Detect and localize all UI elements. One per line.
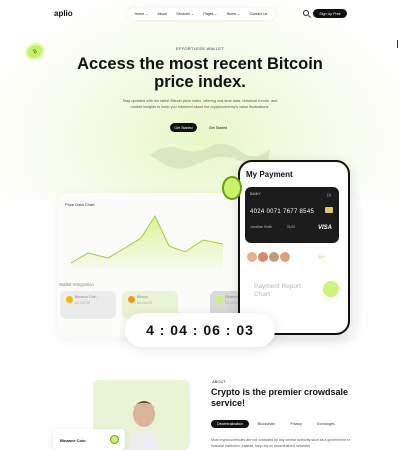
about-title: Crypto is the premier crowdsale service! [211, 387, 349, 408]
coin-icon [110, 435, 119, 444]
about-tabs: Decentralization Blockchain Privacy Exch… [211, 418, 351, 429]
hero-title-line1: Access the most recent Bitcoin [77, 55, 323, 73]
card-holder: Jonathan Smith [250, 225, 273, 229]
get-started-link[interactable]: Get Started [204, 123, 232, 132]
binance-badge-label: Binance Coin [60, 438, 86, 443]
menu-item-home-2[interactable]: Home ⌄ [227, 12, 241, 16]
tab-exchanges[interactable]: Exchanges [311, 420, 341, 428]
payment-report-title: Payment Report Chart [254, 283, 301, 298]
get-started-button[interactable]: Get Started [170, 123, 197, 132]
menu-item-pages[interactable]: Pages ⌄ [203, 12, 217, 16]
avatar [279, 251, 291, 263]
search-icon[interactable] [303, 10, 309, 16]
signup-button[interactable]: Sign Up Free [313, 9, 347, 18]
online-count: 20+ [318, 254, 325, 259]
bitcoin-icon [128, 296, 135, 303]
wallet-title: Wallet Integration [59, 282, 94, 287]
hero-subtitle: Stay updated with the latest Bitcoin pri… [122, 99, 278, 109]
ethereum-icon [216, 296, 223, 303]
wallet-name: Binance Coin [75, 295, 97, 299]
card-chip-icon [325, 207, 333, 213]
person-photo [127, 401, 161, 450]
contactless-icon: ))) [327, 192, 331, 197]
card-expiry: 01/25 [287, 225, 295, 229]
card-number: 4024 0071 7677 8545 [250, 209, 315, 215]
menu-item-services[interactable]: Services ⌄ [176, 12, 194, 16]
tab-privacy[interactable]: Privacy [284, 420, 308, 428]
hero-eyebrow: EFFORTLESS WALLET [175, 46, 225, 51]
wallet-value: $4,420.00 [137, 301, 153, 305]
tab-decentralization[interactable]: Decentralization [211, 419, 249, 428]
menu-item-contact[interactable]: Contact Us [250, 12, 268, 16]
binance-badge: Binance Coin [53, 429, 125, 450]
wallet-name: Bitcoin [137, 295, 148, 299]
menu-item-about[interactable]: About [158, 12, 167, 16]
tab-blockchain[interactable]: Blockchain [252, 420, 281, 428]
chart-title: Price Data Chart [65, 202, 95, 207]
wallet-value: $4,420.00 [75, 301, 91, 305]
avatar-group [246, 251, 291, 263]
countdown-timer: 4 : 04 : 06 : 03 [125, 313, 275, 347]
logo[interactable]: aplio [54, 9, 73, 18]
toggle-coin-icon [222, 176, 242, 200]
wallet-card-binance[interactable]: Binance Coin $4,420.00 [60, 291, 116, 319]
report-deco-circle [323, 281, 339, 297]
about-label: ABOUT [212, 379, 226, 384]
bank-card: BANKY ))) 4024 0071 7677 8545 Jonathan S… [245, 187, 339, 243]
price-chart [70, 214, 224, 270]
main-menu: Home ⌄ About Services ⌄ Pages ⌄ Home ⌄ C… [127, 8, 275, 20]
bank-name: BANKY [250, 192, 261, 196]
card-brand: VISA [318, 225, 333, 231]
hero-title-line2: price index. [154, 73, 246, 91]
about-paragraph: Most cryptocurrencies are not controlled… [211, 438, 350, 448]
binance-icon [66, 296, 73, 303]
menu-item-home[interactable]: Home ⌄ [135, 12, 149, 16]
phone-title: My Payment [246, 170, 293, 179]
top-nav: aplio Home ⌄ About Services ⌄ Pages ⌄ Ho… [0, 8, 400, 21]
hero-title: Access the most recent Bitcoin price ind… [0, 55, 400, 91]
